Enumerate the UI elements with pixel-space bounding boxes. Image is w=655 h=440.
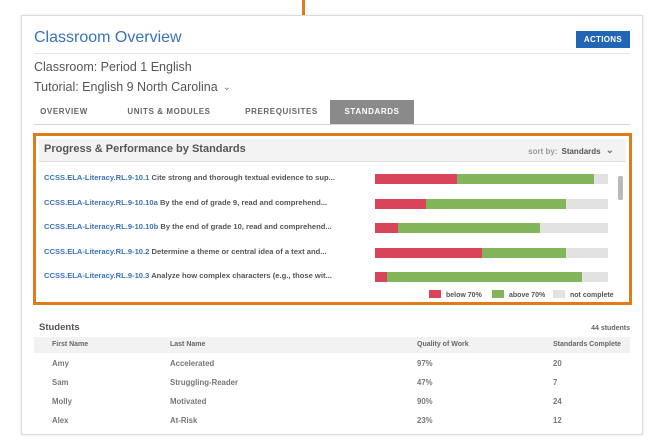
scrollbar-thumb[interactable] — [618, 176, 623, 200]
cell-quality: 97% — [417, 359, 433, 368]
legend-label: not complete — [570, 292, 614, 299]
cell-last-name: At-Risk — [170, 416, 198, 425]
standard-code-link[interactable]: CCSS.ELA-Literacy.RL.9-10.10a — [44, 198, 158, 207]
standard-text: CCSS.ELA-Literacy.RL.9-10.10b By the end… — [44, 222, 332, 231]
column-header-quality[interactable]: Quality of Work — [417, 341, 469, 348]
legend-not-complete: not complete — [553, 290, 614, 299]
column-header-first-name[interactable]: First Name — [52, 341, 88, 348]
legend-label: below 70% — [446, 292, 482, 299]
cell-quality: 90% — [417, 397, 433, 406]
cell-quality: 47% — [417, 378, 433, 387]
cell-standards-complete: 24 — [553, 397, 562, 406]
standard-code-link[interactable]: CCSS.ELA-Literacy.RL.9-10.3 — [44, 271, 149, 280]
standard-progress-bar — [375, 223, 608, 233]
cell-first-name: Molly — [52, 397, 72, 406]
chevron-down-icon: ⌄ — [222, 82, 232, 93]
legend-above-70: above 70% — [492, 290, 545, 299]
segment-below-70 — [375, 223, 399, 233]
standard-text: CCSS.ELA-Literacy.RL.9-10.2 Determine a … — [44, 247, 327, 256]
segment-above-70 — [482, 247, 567, 258]
standard-row[interactable]: CCSS.ELA-Literacy.RL.9-10.10b By the end… — [44, 220, 624, 236]
cell-quality: 23% — [417, 416, 433, 425]
classroom-label: Classroom: Period 1 English — [34, 60, 192, 74]
segment-below-70 — [375, 247, 483, 258]
cell-last-name: Struggling-Reader — [170, 378, 239, 387]
standard-text: CCSS.ELA-Literacy.RL.9-10.1 Cite strong … — [44, 173, 335, 182]
chevron-down-icon: ⌄ — [605, 145, 614, 156]
legend-below-70: below 70% — [429, 290, 482, 299]
cell-standards-complete: 12 — [553, 416, 562, 425]
tutorial-selector[interactable]: Tutorial: English 9 North Carolina ⌄ — [34, 80, 231, 94]
legend-swatch-gray — [553, 290, 565, 298]
tab-bar: OVERVIEW UNITS & MODULES PREREQUISITES S… — [34, 100, 630, 126]
tutorial-label: Tutorial: English 9 North Carolina — [34, 80, 218, 94]
cell-last-name: Accelerated — [170, 359, 215, 368]
table-row[interactable]: Amy Accelerated 97% 20 — [34, 355, 630, 373]
table-row[interactable]: Alex At-Risk 23% 12 — [34, 412, 630, 430]
standards-panel-title: Progress & Performance by Standards — [44, 143, 246, 155]
table-row[interactable]: Sam Struggling-Reader 47% 7 — [34, 374, 630, 392]
cell-last-name: Motivated — [170, 397, 207, 406]
standard-code-link[interactable]: CCSS.ELA-Literacy.RL.9-10.1 — [44, 173, 149, 182]
cell-standards-complete: 20 — [553, 359, 562, 368]
standard-progress-bar — [375, 272, 608, 282]
legend-swatch-red — [429, 290, 441, 298]
sort-dropdown[interactable]: sort by: Standards ⌄ — [528, 145, 614, 156]
cell-first-name: Amy — [52, 359, 69, 368]
segment-below-70 — [375, 174, 457, 184]
tab-units-modules[interactable]: UNITS & MODULES — [119, 100, 219, 124]
classroom-overview-card: Classroom Overview ACTIONS Classroom: Pe… — [21, 15, 643, 435]
tab-prerequisites[interactable]: PREREQUISITES — [239, 100, 324, 124]
standard-code-link[interactable]: CCSS.ELA-Literacy.RL.9-10.10b — [44, 222, 158, 231]
standard-row[interactable]: CCSS.ELA-Literacy.RL.9-10.1 Cite strong … — [44, 171, 624, 187]
title-divider — [34, 53, 630, 54]
standards-panel-header: Progress & Performance by Standards sort… — [39, 139, 626, 162]
sort-label: sort by: — [528, 147, 558, 156]
segment-above-70 — [398, 223, 541, 233]
tab-overview[interactable]: OVERVIEW — [34, 100, 94, 124]
standard-text: CCSS.ELA-Literacy.RL.9-10.3 Analyze how … — [44, 271, 332, 280]
column-header-last-name[interactable]: Last Name — [170, 341, 205, 348]
segment-below-70 — [375, 272, 387, 282]
standard-row[interactable]: CCSS.ELA-Literacy.RL.9-10.10a By the end… — [44, 196, 624, 212]
students-title: Students — [39, 322, 80, 333]
standard-progress-bar — [375, 174, 608, 184]
sort-value: Standards — [561, 147, 601, 156]
cell-first-name: Sam — [52, 378, 69, 387]
standard-description: Cite strong and thorough textual evidenc… — [151, 173, 336, 182]
standards-scrollbar[interactable] — [618, 176, 623, 292]
page-title: Classroom Overview — [34, 29, 182, 46]
segment-above-70 — [426, 198, 567, 209]
tab-standards[interactable]: STANDARDS — [330, 100, 414, 124]
cell-first-name: Alex — [52, 416, 69, 425]
segment-above-70 — [456, 174, 595, 184]
column-header-standards-complete[interactable]: Standards Complete — [553, 341, 621, 348]
segment-below-70 — [375, 198, 427, 209]
cell-standards-complete: 7 — [553, 378, 558, 387]
actions-button[interactable]: ACTIONS — [575, 31, 630, 48]
legend-label: above 70% — [509, 292, 546, 299]
standard-description: Determine a theme or central idea of a t… — [151, 246, 327, 256]
tab-underline — [34, 124, 630, 125]
standard-code-link[interactable]: CCSS.ELA-Literacy.RL.9-10.2 — [44, 247, 149, 256]
table-row[interactable]: Molly Motivated 90% 24 — [34, 393, 630, 411]
students-table-header: First Name Last Name Quality of Work Sta… — [34, 337, 630, 353]
segment-above-70 — [386, 272, 583, 282]
standard-row[interactable]: CCSS.ELA-Literacy.RL.9-10.3 Analyze how … — [44, 269, 624, 285]
standard-row[interactable]: CCSS.ELA-Literacy.RL.9-10.2 Determine a … — [44, 245, 624, 261]
students-count: 44 students — [591, 325, 630, 332]
standard-progress-bar — [375, 198, 608, 209]
standard-text: CCSS.ELA-Literacy.RL.9-10.10a By the end… — [44, 198, 327, 207]
standard-description: By the end of grade 9, read and comprehe… — [159, 197, 328, 207]
standards-panel: Progress & Performance by Standards sort… — [33, 133, 632, 305]
standard-description: By the end of grade 10, read and compreh… — [160, 222, 332, 231]
standard-description: Analyze how complex characters (e.g., th… — [151, 271, 332, 280]
legend-swatch-green — [492, 290, 504, 298]
standard-progress-bar — [375, 247, 608, 258]
